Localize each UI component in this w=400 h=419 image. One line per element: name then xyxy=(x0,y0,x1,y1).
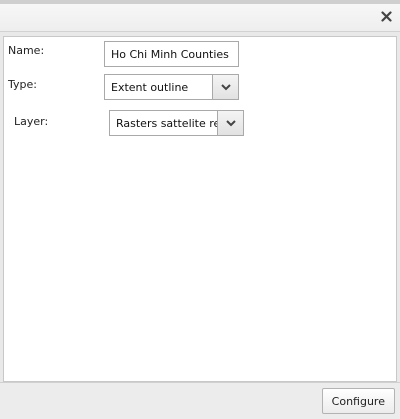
close-button[interactable] xyxy=(377,7,395,25)
type-label: Type: xyxy=(8,78,37,91)
name-input-value: Ho Chi Minh Counties xyxy=(111,47,229,61)
chevron-down-icon xyxy=(225,117,236,130)
type-select[interactable]: Extent outline xyxy=(104,74,239,100)
name-input[interactable]: Ho Chi Minh Counties xyxy=(104,41,239,67)
layer-select-value: Rasters sattelite ref xyxy=(116,116,217,130)
dialog-footer: Configure xyxy=(0,382,400,419)
type-dropdown-button[interactable] xyxy=(212,75,238,99)
dialog-titlebar xyxy=(0,4,400,32)
dialog-content: Name: Ho Chi Minh Counties Type: Extent … xyxy=(3,36,397,382)
layer-label: Layer: xyxy=(14,115,49,128)
configure-button[interactable]: Configure xyxy=(321,388,395,414)
chevron-down-icon xyxy=(220,81,231,94)
layer-dropdown-button[interactable] xyxy=(217,111,243,135)
type-select-value: Extent outline xyxy=(111,80,189,94)
layer-select[interactable]: Rasters sattelite ref xyxy=(109,110,244,136)
name-label: Name: xyxy=(8,44,45,57)
close-icon xyxy=(380,10,392,22)
